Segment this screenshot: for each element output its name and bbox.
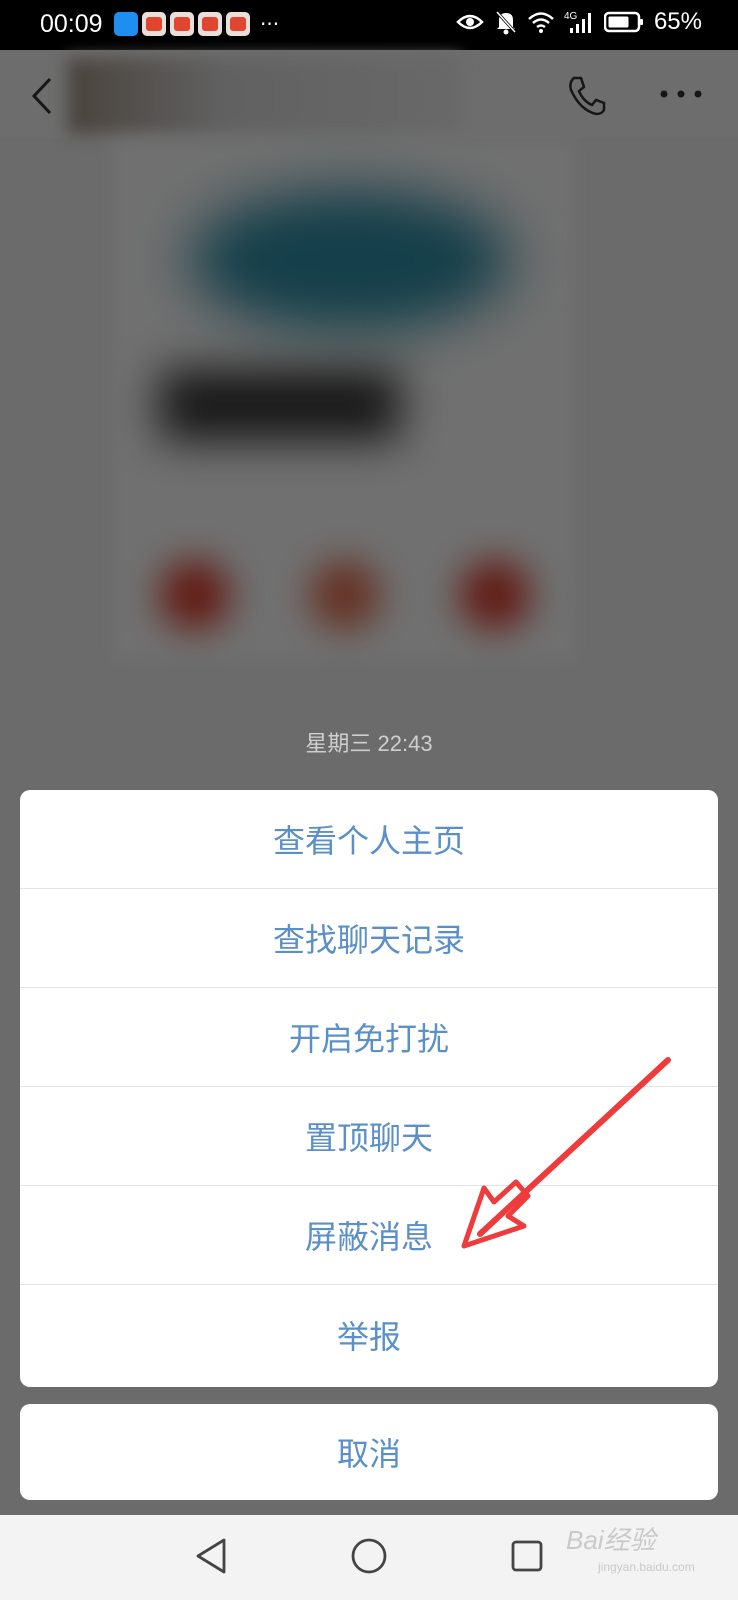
system-indicators: 4G 65%: [456, 8, 702, 36]
battery-percent: 65%: [653, 8, 702, 35]
nav-back-icon[interactable]: [194, 1537, 228, 1575]
svg-text:4G: 4G: [564, 11, 578, 22]
view-profile-option[interactable]: 查看个人主页: [20, 790, 718, 889]
report-option[interactable]: 举报: [20, 1285, 718, 1384]
baidu-watermark-url: jingyan.baidu.com: [598, 1560, 695, 1574]
nav-recent-apps-icon[interactable]: [510, 1539, 544, 1573]
wifi-icon: [528, 12, 554, 33]
game-app-icon: [142, 12, 166, 36]
game-app-icon: [226, 12, 250, 36]
cancel-button[interactable]: 取消: [20, 1404, 718, 1500]
message-timestamp: 星期三 22:43: [305, 731, 433, 756]
status-bar: 00:09 ··· 4G 65%: [0, 0, 738, 50]
weather-app-icon: [114, 12, 138, 36]
search-chat-history-option[interactable]: 查找聊天记录: [20, 889, 718, 988]
signal-icon: 4G: [564, 11, 591, 33]
battery-icon: [603, 11, 643, 33]
more-notifications-indicator: ···: [260, 12, 280, 36]
nav-home-icon[interactable]: [350, 1537, 388, 1575]
eye-icon: [456, 14, 484, 30]
game-app-icon: [198, 12, 222, 36]
notification-icons: ···: [114, 12, 279, 36]
game-app-icon: [170, 12, 194, 36]
status-time: 00:09: [40, 10, 103, 38]
annotation-arrow-icon: [461, 1057, 671, 1249]
bell-muted-icon: [495, 10, 517, 35]
baidu-watermark: Bai经验: [566, 1525, 656, 1555]
